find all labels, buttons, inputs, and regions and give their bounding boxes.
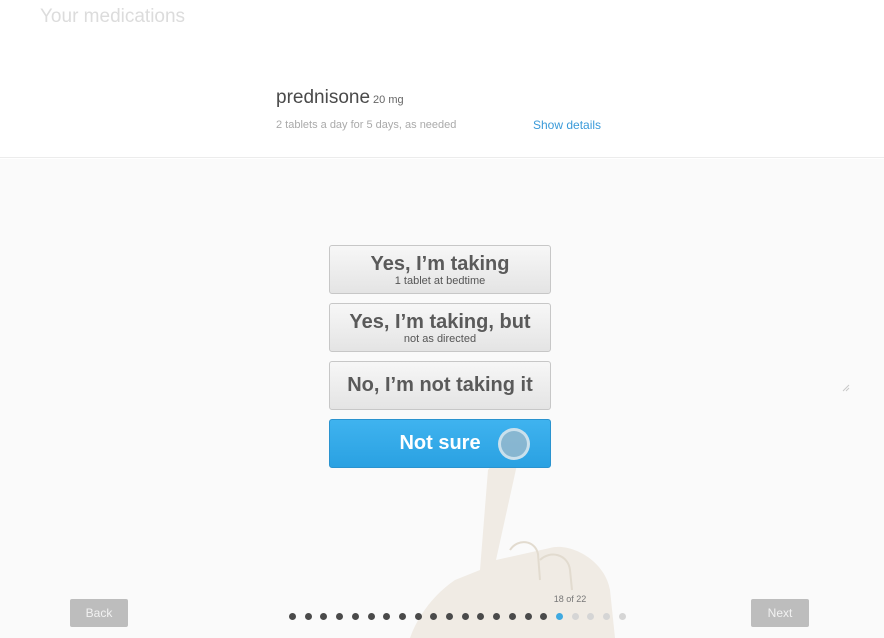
progress-dot bbox=[461, 613, 469, 620]
progress-dot bbox=[555, 613, 563, 620]
progress-dot bbox=[571, 613, 579, 620]
progress-dot bbox=[414, 613, 422, 620]
medication-name-row: prednisone 20 mg bbox=[276, 87, 404, 109]
choice-not-taking-label: No, I’m not taking it bbox=[347, 374, 533, 396]
page-header: Your medications prednisone 20 mg 2 table… bbox=[0, 0, 884, 158]
progress-dot bbox=[351, 613, 359, 620]
show-details-link[interactable]: Show details bbox=[533, 118, 601, 132]
page-title: Your medications bbox=[40, 6, 186, 27]
medication-dose: 20 mg bbox=[373, 94, 404, 106]
choice-taking-but-label: Yes, I’m taking, but bbox=[349, 311, 531, 333]
choice-taking-but[interactable]: Yes, I’m taking, but not as directed bbox=[329, 303, 551, 352]
progress-label: 18 of 22 bbox=[553, 594, 587, 604]
tap-circle-icon bbox=[498, 428, 530, 460]
next-button[interactable]: Next bbox=[751, 599, 809, 627]
choice-taking[interactable]: Yes, I’m taking 1 tablet at bedtime bbox=[329, 245, 551, 294]
medication-name: prednisone bbox=[276, 87, 371, 108]
progress-dot bbox=[508, 613, 516, 620]
choice-not-taking[interactable]: No, I’m not taking it bbox=[329, 361, 551, 410]
medication-instructions: 2 tablets a day for 5 days, as needed bbox=[276, 119, 457, 131]
choice-taking-sublabel: 1 tablet at bedtime bbox=[394, 275, 486, 287]
choice-taking-but-sublabel: not as directed bbox=[403, 333, 477, 345]
progress-dot bbox=[603, 613, 610, 620]
progress-dot bbox=[398, 613, 406, 620]
back-button[interactable]: Back bbox=[70, 599, 128, 627]
progress-dot bbox=[524, 613, 532, 620]
progress-dot bbox=[367, 613, 375, 620]
progress-dot bbox=[446, 613, 453, 620]
progress-dot bbox=[304, 613, 312, 620]
resize-grip-icon bbox=[842, 384, 850, 392]
progress-dot bbox=[618, 613, 626, 620]
choice-taking-label: Yes, I’m taking bbox=[370, 253, 510, 275]
progress-dot bbox=[289, 613, 296, 620]
